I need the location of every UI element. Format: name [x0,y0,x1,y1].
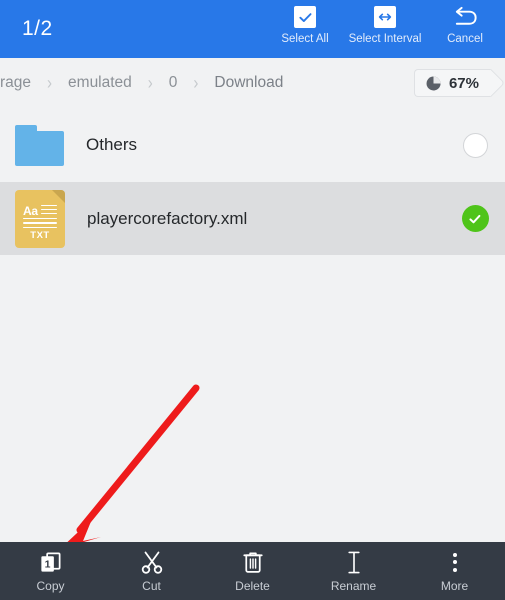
pie-chart-icon [425,75,442,92]
more-label: More [440,579,469,593]
breadcrumb-item-0[interactable]: 0 [169,74,178,92]
copy-pages-icon: 1 [38,549,63,575]
breadcrumb-separator: › [47,74,53,92]
file-list: Others Aa TXT playercorefactory.xml [0,108,505,255]
file-action-toolbar: 1 Copy Cut Delete Rename More [0,542,505,600]
select-interval-label: Select Interval [348,33,422,45]
txt-icon-badge: TXT [30,229,50,241]
selection-counter: 1/2 [22,17,53,40]
vertical-dots-icon [452,549,457,575]
breadcrumb-separator: › [193,74,199,92]
breadcrumb-item-storage[interactable]: rage [0,74,31,92]
interval-arrows-icon [374,4,396,30]
delete-label: Delete [235,579,270,593]
breadcrumb: rage › emulated › 0 › Download 67% [0,58,505,108]
breadcrumb-separator: › [147,74,153,92]
cut-label: Cut [142,579,161,593]
txt-file-icon: Aa TXT [15,189,65,248]
undo-arrow-icon [452,4,479,30]
checked-circle-icon [461,205,489,232]
topbar-actions: Select All Select Interval Cancel [265,0,505,58]
breadcrumb-items: rage › emulated › 0 › Download [0,74,406,92]
trash-icon [241,549,265,575]
more-button[interactable]: More [404,542,505,600]
list-item[interactable]: Others [0,108,505,182]
file-manager-screen: 1/2 Select All Select Interval Cancel ra… [0,0,505,600]
copy-label: Copy [36,579,65,593]
delete-button[interactable]: Delete [202,542,303,600]
select-all-button[interactable]: Select All [265,4,345,45]
storage-percent-label: 67% [448,74,479,92]
unchecked-circle-icon [462,132,488,158]
file-name: playercorefactory.xml [87,208,248,228]
cut-button[interactable]: Cut [101,542,202,600]
svg-text:1: 1 [45,558,51,570]
copy-button[interactable]: 1 Copy [0,542,101,600]
cancel-button[interactable]: Cancel [425,4,505,45]
txt-icon-glyph-text: Aa [23,203,38,218]
row-checkbox[interactable] [460,204,490,234]
check-square-icon [294,4,316,30]
row-checkbox[interactable] [460,130,490,160]
breadcrumb-item-emulated[interactable]: emulated [68,74,132,92]
file-name: Others [86,135,138,154]
scissors-icon [139,549,165,575]
selection-action-bar: 1/2 Select All Select Interval Cancel [0,0,505,58]
list-item[interactable]: Aa TXT playercorefactory.xml [0,182,505,255]
folder-icon [15,124,64,166]
select-all-label: Select All [281,33,329,45]
cancel-label: Cancel [447,33,483,45]
text-cursor-icon [345,549,363,575]
rename-label: Rename [330,579,377,593]
storage-usage-badge[interactable]: 67% [413,69,491,97]
breadcrumb-item-download[interactable]: Download [214,74,283,92]
rename-button[interactable]: Rename [303,542,404,600]
select-interval-button[interactable]: Select Interval [345,4,425,45]
